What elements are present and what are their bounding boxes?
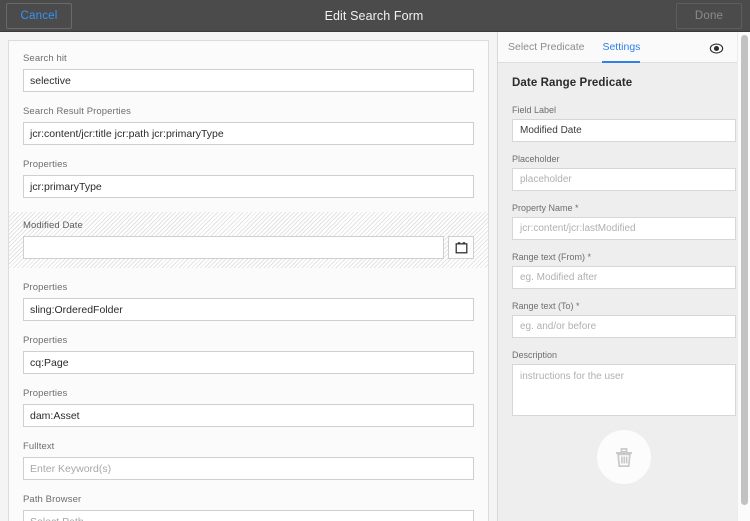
field-label: Placeholder: [512, 154, 736, 164]
form-field-properties-3: Properties cq:Page: [23, 335, 474, 374]
field-label: Search Result Properties: [23, 106, 474, 117]
calendar-icon-button[interactable]: [448, 236, 474, 259]
field-label: Description: [512, 350, 736, 360]
settings-pane: Select Predicate Settings Date Range Pre…: [497, 32, 750, 521]
field-label: Properties: [23, 159, 474, 170]
properties-input-2[interactable]: sling:OrderedFolder: [23, 298, 474, 321]
field-label: Fulltext: [23, 441, 474, 452]
field-label: Properties: [23, 335, 474, 346]
field-label: Modified Date: [23, 220, 474, 231]
fulltext-input[interactable]: Enter Keyword(s): [23, 457, 474, 480]
form-field-search-hit: Search hit selective: [23, 53, 474, 92]
field-label: Range text (To) *: [512, 301, 736, 311]
tab-settings[interactable]: Settings: [602, 32, 640, 63]
property-name-input[interactable]: jcr:content/jcr:lastModified: [512, 217, 736, 240]
field-label: Field Label: [512, 105, 736, 115]
page-title: Edit Search Form: [72, 9, 676, 23]
tab-label: Select Predicate: [508, 41, 584, 53]
delete-action-row: [512, 430, 736, 484]
placeholder-input[interactable]: placeholder: [512, 168, 736, 191]
settings-content: Date Range Predicate Field Label Modifie…: [498, 63, 750, 484]
properties-input-1[interactable]: jcr:primaryType: [23, 175, 474, 198]
tab-select-predicate[interactable]: Select Predicate: [508, 32, 584, 63]
form-preview-pane: Search hit selective Search Result Prope…: [0, 32, 497, 521]
field-label-input[interactable]: Modified Date: [512, 119, 736, 142]
setting-field-description: Description instructions for the user: [512, 350, 736, 416]
range-text-from-input[interactable]: eg. Modified after: [512, 266, 736, 289]
done-button[interactable]: Done: [676, 3, 742, 29]
properties-input-4[interactable]: dam:Asset: [23, 404, 474, 427]
setting-field-property-name: Property Name * jcr:content/jcr:lastModi…: [512, 203, 736, 240]
setting-field-label: Field Label Modified Date: [512, 105, 736, 142]
cancel-button-label: Cancel: [21, 10, 58, 22]
properties-input-3[interactable]: cq:Page: [23, 351, 474, 374]
field-label: Properties: [23, 388, 474, 399]
form-field-fulltext: Fulltext Enter Keyword(s): [23, 441, 474, 480]
setting-field-range-to: Range text (To) * eg. and/or before: [512, 301, 736, 338]
description-textarea[interactable]: instructions for the user: [512, 364, 736, 416]
predicate-title: Date Range Predicate: [512, 77, 736, 89]
range-text-to-input[interactable]: eg. and/or before: [512, 315, 736, 338]
window-titlebar: Cancel Edit Search Form Done: [0, 0, 750, 32]
field-label: Property Name *: [512, 203, 736, 213]
field-label: Range text (From) *: [512, 252, 736, 262]
field-label: Properties: [23, 282, 474, 293]
vertical-scrollbar[interactable]: [737, 32, 750, 521]
path-browser-input[interactable]: Select Path: [23, 510, 474, 521]
done-button-label: Done: [695, 10, 723, 22]
date-input-row: [23, 236, 474, 259]
form-field-search-result-properties: Search Result Properties jcr:content/jcr…: [23, 106, 474, 145]
modified-date-input[interactable]: [23, 236, 444, 259]
form-field-properties-4: Properties dam:Asset: [23, 388, 474, 427]
preview-toggle-button[interactable]: [706, 38, 726, 58]
form-field-path-browser: Path Browser Select Path: [23, 494, 474, 521]
tab-label: Settings: [602, 41, 640, 53]
cancel-button[interactable]: Cancel: [6, 3, 72, 29]
search-form-card: Search hit selective Search Result Prope…: [8, 40, 489, 521]
form-field-properties-2: Properties sling:OrderedFolder: [23, 282, 474, 321]
search-result-properties-input[interactable]: jcr:content/jcr:title jcr:path jcr:prima…: [23, 122, 474, 145]
form-field-properties-1: Properties jcr:primaryType: [23, 159, 474, 198]
scrollbar-thumb[interactable]: [741, 35, 748, 505]
eye-icon: [709, 41, 724, 56]
edit-search-form-window: Cancel Edit Search Form Done Search hit …: [0, 0, 750, 521]
content-area: Search hit selective Search Result Prope…: [0, 32, 750, 521]
search-hit-input[interactable]: selective: [23, 69, 474, 92]
delete-predicate-button[interactable]: [597, 430, 651, 484]
field-label: Search hit: [23, 53, 474, 64]
trash-icon: [611, 444, 637, 470]
form-field-modified-date-selected[interactable]: Modified Date: [9, 212, 488, 268]
calendar-icon: [455, 241, 468, 254]
field-label: Path Browser: [23, 494, 474, 505]
settings-tabbar: Select Predicate Settings: [498, 32, 750, 63]
setting-field-range-from: Range text (From) * eg. Modified after: [512, 252, 736, 289]
setting-field-placeholder: Placeholder placeholder: [512, 154, 736, 191]
